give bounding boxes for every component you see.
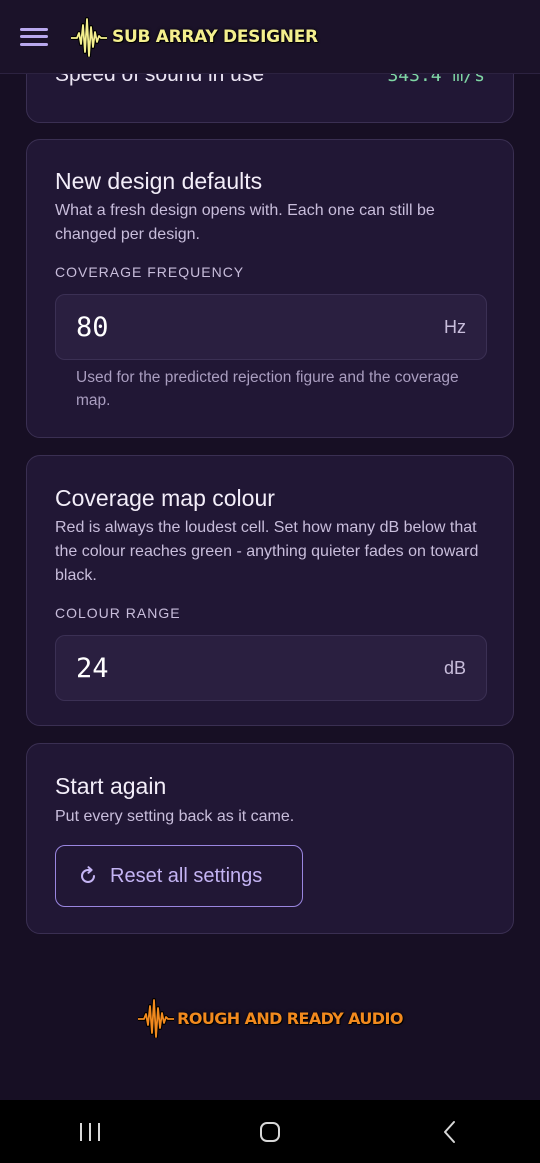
new-design-defaults-title: New design defaults: [55, 168, 263, 194]
footer-brand-name: ROUGH AND READY AUDIO: [177, 1008, 403, 1028]
coverage-frequency-value[interactable]: 80: [76, 312, 109, 343]
coverage-map-colour-card: Coverage map colour Red is always the lo…: [26, 455, 514, 726]
menu-icon[interactable]: [18, 24, 50, 50]
start-again-description: Put every setting back as it came.: [55, 808, 295, 825]
coverage-map-colour-description: Red is always the loudest cell. Set how …: [55, 519, 479, 584]
recent-apps-icon: [80, 1122, 100, 1141]
reset-all-settings-label: Reset all settings: [110, 864, 263, 887]
coverage-map-colour-title: Coverage map colour: [55, 485, 275, 511]
home-icon: [260, 1121, 280, 1142]
new-design-defaults-card: New design defaults What a fresh design …: [26, 139, 514, 438]
coverage-frequency-input[interactable]: 80 Hz: [55, 294, 487, 360]
colour-range-value[interactable]: 24: [76, 653, 109, 684]
waveform-logo-icon: [138, 998, 175, 1038]
waveform-logo-icon: [71, 16, 107, 57]
home-button[interactable]: [240, 1112, 300, 1152]
refresh-icon: [81, 866, 95, 883]
system-navigation-bar: [0, 1100, 540, 1163]
settings-scroll-area[interactable]: Speed of sound in use 343.4 m/s New desi…: [0, 0, 540, 1100]
footer-brand: ROUGH AND READY AUDIO: [0, 998, 540, 1038]
start-again-title: Start again: [55, 773, 167, 799]
coverage-frequency-helper: Used for the predicted rejection figure …: [76, 369, 459, 409]
app-title: SUB ARRAY DESIGNER: [112, 26, 318, 47]
colour-range-input[interactable]: 24 dB: [55, 635, 487, 701]
colour-range-unit: dB: [443, 657, 466, 678]
app-brand: SUB ARRAY DESIGNER: [70, 16, 318, 57]
recent-apps-button[interactable]: [60, 1112, 120, 1152]
reset-all-settings-button[interactable]: Reset all settings: [55, 845, 303, 907]
coverage-frequency-label: COVERAGE FREQUENCY: [55, 264, 245, 280]
top-app-bar: SUB ARRAY DESIGNER: [0, 0, 540, 74]
start-again-card: Start again Put every setting back as it…: [26, 743, 514, 934]
back-icon: [444, 1120, 455, 1143]
coverage-frequency-unit: Hz: [444, 316, 466, 337]
new-design-defaults-description: What a fresh design opens with. Each one…: [55, 202, 435, 243]
colour-range-label: COLOUR RANGE: [55, 605, 181, 621]
back-button[interactable]: [420, 1112, 480, 1152]
